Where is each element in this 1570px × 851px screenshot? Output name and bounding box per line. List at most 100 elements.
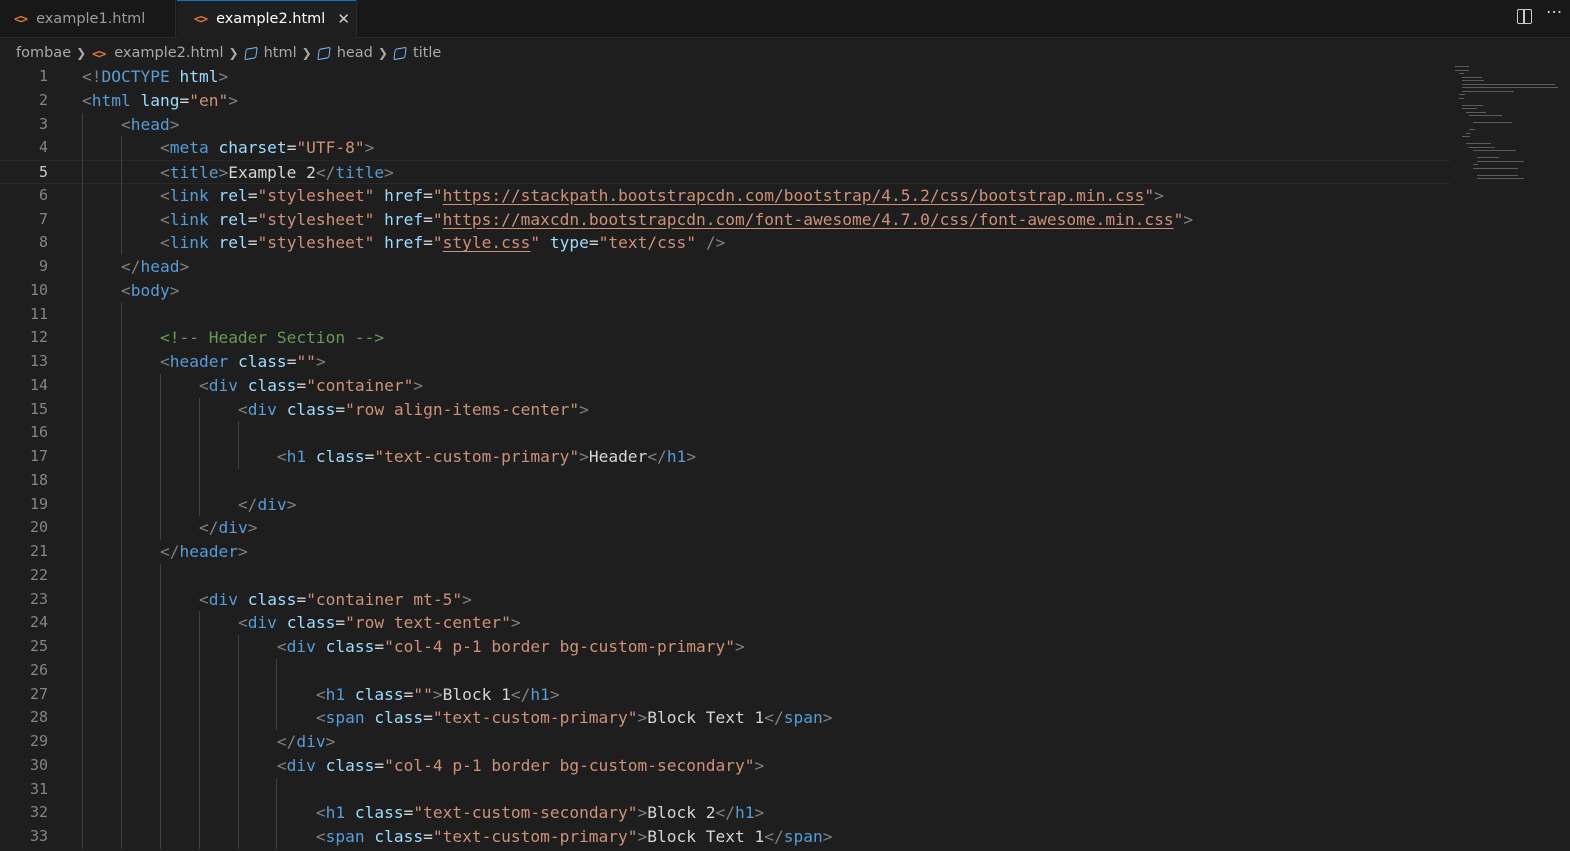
code-token: < — [159, 352, 170, 371]
code-token: > — [218, 67, 229, 86]
code-line[interactable]: 8 <link rel="stylesheet" href="style.css… — [0, 231, 1450, 255]
minimap-line — [1469, 129, 1475, 130]
code-token: h1 — [666, 447, 687, 466]
breadcrumb-html[interactable]: html — [264, 45, 297, 61]
minimap-line — [1458, 97, 1464, 99]
code-line[interactable]: 17 <h1 class="text-custom-primary">Heade… — [0, 445, 1450, 469]
code-line[interactable]: 29 </div> — [0, 730, 1450, 754]
code-line[interactable]: 2 <html lang="en"> — [0, 89, 1450, 113]
code-line[interactable]: 14 <div class="container"> — [0, 374, 1450, 398]
breadcrumb-file[interactable]: example2.html — [114, 45, 223, 61]
code-line[interactable]: 5 <title>Example 2</title> — [0, 160, 1450, 184]
code-text: <link rel="stylesheet" href="https://sta… — [82, 184, 1164, 208]
code-line[interactable]: 7 <link rel="stylesheet" href="https://m… — [0, 208, 1450, 232]
minimap-line — [1462, 76, 1482, 78]
code-text: <h1 class="text-custom-primary">Header</… — [82, 445, 696, 469]
code-line[interactable]: 28 <span class="text-custom-primary">Blo… — [0, 706, 1450, 730]
code-token: > — [286, 494, 297, 514]
code-token: title — [169, 163, 219, 182]
minimap-line — [1476, 178, 1525, 179]
code-line[interactable]: 6 <link rel="stylesheet" href="https://s… — [0, 184, 1450, 208]
code-token: </ — [237, 494, 258, 514]
more-actions-icon[interactable]: ··· — [1546, 3, 1562, 23]
code-line[interactable]: 24 <div class="row text-center"> — [0, 611, 1450, 635]
indent-guide — [276, 658, 278, 730]
code-editor[interactable]: 1 <!DOCTYPE html> 2 <html lang="en"> 3 <head… — [0, 65, 1570, 851]
code-token: link — [169, 233, 209, 253]
minimap-line — [1462, 80, 1484, 81]
code-token: "text-custom-primary" — [374, 447, 580, 466]
close-icon[interactable]: ✕ — [337, 10, 350, 28]
tab-example2[interactable]: <> example2.html ✕ — [177, 0, 357, 38]
line-number: 14 — [29, 375, 48, 394]
code-line[interactable]: 25 <div class="col-4 p-1 border bg-custo… — [0, 635, 1450, 659]
code-token: < — [315, 684, 326, 704]
code-token: > — [179, 257, 190, 276]
code-line[interactable]: 16 — [0, 421, 1450, 445]
minimap-line — [1465, 111, 1487, 113]
code-token: /> — [705, 233, 726, 253]
breadcrumb-head[interactable]: head — [337, 45, 373, 61]
code-token: header — [179, 542, 238, 561]
split-editor-icon[interactable] — [1517, 9, 1532, 24]
code-text: <div class="row align-items-center"> — [82, 398, 589, 422]
code-token: < — [198, 589, 209, 609]
code-token: > — [169, 114, 180, 134]
code-line[interactable]: 10 <body> — [0, 279, 1450, 303]
code-token: > — [822, 708, 833, 728]
breadcrumb-folder[interactable]: fombae — [16, 45, 71, 61]
code-token: span — [325, 827, 365, 846]
code-text: <div class="col-4 p-1 border bg-custom-p… — [82, 635, 745, 659]
code-line[interactable]: 1 <!DOCTYPE html> — [0, 65, 1450, 89]
code-token: "" — [413, 684, 433, 704]
code-line[interactable]: 22 — [0, 564, 1450, 588]
code-line[interactable]: 15 <div class="row align-items-center"> — [0, 398, 1450, 422]
minimap-line — [1462, 83, 1555, 85]
code-line[interactable]: 32 <h1 class="text-custom-secondary">Blo… — [0, 801, 1450, 825]
minimap-line — [1469, 146, 1496, 148]
code-token: = — [364, 447, 375, 466]
code-line[interactable]: 21 </header> — [0, 540, 1450, 564]
code-token: DOCTYPE — [101, 67, 170, 86]
code-line[interactable]: 23 <div class="container mt-5"> — [0, 588, 1450, 612]
tab-example1[interactable]: <> example1.html — [0, 0, 176, 37]
code-token: < — [120, 114, 131, 134]
code-line[interactable]: 20 </div> — [0, 516, 1450, 540]
code-token: class — [237, 352, 287, 371]
code-line[interactable]: 11 — [0, 303, 1450, 327]
code-text: <div class="container"> — [82, 374, 423, 398]
code-token: < — [159, 209, 170, 229]
code-line[interactable]: 4 <meta charset="UTF-8"> — [0, 136, 1450, 160]
code-line[interactable]: 19 </div> — [0, 493, 1450, 517]
line-number: 28 — [29, 708, 48, 727]
minimap[interactable] — [1455, 66, 1567, 186]
code-line[interactable]: 13 <header class=""> — [0, 350, 1450, 374]
code-line[interactable]: 9 </head> — [0, 255, 1450, 279]
line-number: 9 — [38, 257, 48, 275]
indent-guide — [82, 112, 83, 849]
code-line[interactable]: 26 — [0, 659, 1450, 683]
code-token: h1 — [325, 684, 346, 704]
code-line[interactable]: 12 <!-- Header Section --> — [0, 326, 1450, 350]
code-line[interactable]: 30 <div class="col-4 p-1 border bg-custo… — [0, 754, 1450, 778]
minimap-line — [1476, 157, 1500, 158]
code-line[interactable]: 31 — [0, 778, 1450, 802]
code-line[interactable]: 33 <span class="text-custom-primary">Blo… — [0, 825, 1450, 849]
code-token: Block 2 — [647, 803, 716, 823]
code-line[interactable]: 27 <h1 class="">Block 1</h1> — [0, 683, 1450, 707]
code-token: < — [159, 233, 170, 253]
code-token: h1 — [735, 803, 755, 823]
code-line[interactable]: 3 <head> — [0, 113, 1450, 137]
code-token: "text-custom-primary" — [432, 827, 638, 846]
code-line[interactable]: 18 — [0, 469, 1450, 493]
code-text: <span class="text-custom-primary">Block … — [82, 825, 833, 849]
code-token: class — [374, 708, 424, 728]
code-text: <h1 class="text-custom-secondary">Block … — [82, 801, 764, 825]
breadcrumb-title[interactable]: title — [413, 45, 441, 61]
symbol-element-icon — [243, 46, 258, 60]
